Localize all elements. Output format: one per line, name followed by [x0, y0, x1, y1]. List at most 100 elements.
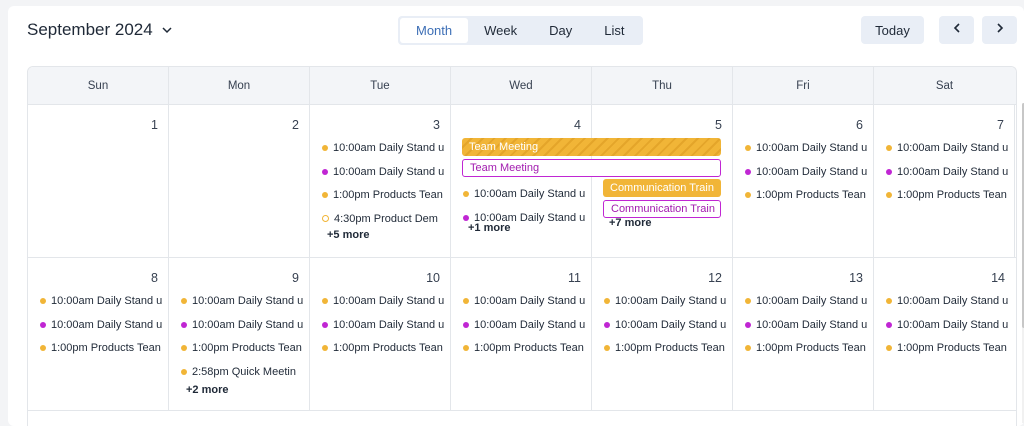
event-dot-icon	[745, 298, 751, 304]
event-item[interactable]: 10:00am Daily Stand u	[886, 163, 1014, 181]
day-number[interactable]: 7	[997, 118, 1004, 132]
event-item[interactable]: 1:00pm Products Tean	[322, 339, 450, 357]
day-number[interactable]: 6	[856, 118, 863, 132]
day-cell[interactable]: 8 10:00am Daily Stand u 10:00am Daily Stan…	[28, 258, 169, 410]
event-item[interactable]: 4:30pm Product Dem	[322, 210, 450, 228]
month-selector[interactable]: September 2024	[27, 20, 173, 40]
view-week-button[interactable]: Week	[468, 18, 533, 43]
event-item[interactable]: 10:00am Daily Stand u	[886, 292, 1015, 310]
event-item[interactable]: 10:00am Daily Stand u	[322, 139, 450, 157]
event-item[interactable]: 1:00pm Products Tean	[322, 186, 450, 204]
event-item[interactable]: 1:00pm Products Tean	[745, 186, 873, 204]
event-item[interactable]: 10:00am Daily Stand u	[886, 139, 1014, 157]
event-label: 1:00pm Products Tean	[333, 189, 443, 201]
event-item[interactable]: 10:00am Daily Stand u	[322, 316, 450, 334]
event-item[interactable]: 10:00am Daily Stand u	[463, 185, 591, 203]
event-item[interactable]: 10:00am Daily Stand u	[604, 316, 732, 334]
day-cell[interactable]: 2	[169, 105, 310, 257]
event-label: 10:00am Daily Stand u	[615, 318, 727, 331]
day-number[interactable]: 10	[426, 271, 440, 285]
calendar-header: September 2024 Month Week Day List Today	[8, 6, 1024, 56]
more-events-link[interactable]: +2 more	[186, 384, 229, 396]
event-label: 10:00am Daily Stand u	[333, 318, 445, 331]
day-number[interactable]: 1	[151, 118, 158, 132]
day-number[interactable]: 13	[849, 271, 863, 285]
month-grid: Sun Mon Tue Wed Thu Fri Sat 1 2 3 10:00am Daily S…	[27, 66, 1017, 426]
event-item[interactable]: 10:00am Daily Stand u	[745, 316, 873, 334]
week-row	[28, 411, 1016, 426]
weekday-header-sat: Sat	[935, 79, 954, 92]
event-item[interactable]: 10:00am Daily Stand u	[745, 139, 873, 157]
event-dot-icon	[604, 345, 610, 351]
event-item[interactable]: 10:00am Daily Stand u	[322, 163, 450, 181]
multi-day-event-bar[interactable]: Team Meeting	[462, 159, 721, 177]
next-month-button[interactable]	[982, 16, 1017, 44]
event-item[interactable]: 2:58pm Quick Meetin	[181, 363, 309, 381]
day-cell[interactable]: 9 10:00am Daily Stand u 10:00am Daily Stan…	[169, 258, 310, 410]
day-number[interactable]: 12	[708, 271, 722, 285]
day-number[interactable]: 11	[568, 271, 581, 285]
day-cell[interactable]: 6 10:00am Daily Stand u 10:00am Daily Stan…	[733, 105, 874, 257]
day-cell[interactable]: 1	[28, 105, 169, 257]
event-label: 10:00am Daily Stand u	[333, 165, 445, 178]
day-cell[interactable]: 13 10:00am Daily Stand u 10:00am Daily Sta…	[733, 258, 874, 410]
view-month-button[interactable]: Month	[400, 18, 469, 43]
event-label: 1:00pm Products Tean	[192, 342, 302, 354]
day-cell[interactable]: 4 10:00am Daily Stand u 10:00am Daily Stan…	[451, 105, 592, 257]
day-cell[interactable]: 10 10:00am Daily Stand u 10:00am Daily Sta…	[310, 258, 451, 410]
weekday-header-sun: Sun	[28, 67, 169, 104]
day-cell[interactable]: 3 10:00am Daily Stand u 10:00am Daily Stan…	[310, 105, 451, 257]
day-number[interactable]: 14	[991, 271, 1005, 285]
day-number[interactable]: 9	[292, 271, 299, 285]
multi-day-event-bar[interactable]: Team Meeting	[462, 138, 721, 156]
event-dot-icon	[322, 215, 329, 222]
event-label: 10:00am Daily Stand u	[192, 295, 304, 307]
day-cell[interactable]: 12 10:00am Daily Stand u 10:00am Daily Sta…	[592, 258, 733, 410]
event-item[interactable]: 10:00am Daily Stand u	[745, 292, 873, 310]
event-label: 10:00am Daily Stand u	[897, 295, 1009, 307]
multi-day-event-bar[interactable]: Communication Train	[603, 179, 721, 197]
event-item[interactable]: 10:00am Daily Stand u	[604, 292, 732, 310]
event-label: 10:00am Daily Stand u	[756, 318, 868, 331]
event-item[interactable]: 10:00am Daily Stand u	[181, 292, 309, 310]
day-cell[interactable]: 14 10:00am Daily Stand u 10:00am Daily Sta…	[874, 258, 1015, 410]
more-events-link[interactable]: +1 more	[468, 222, 511, 234]
event-item[interactable]: 10:00am Daily Stand u	[322, 292, 450, 310]
view-day-button[interactable]: Day	[533, 18, 588, 43]
event-item[interactable]: 10:00am Daily Stand u	[745, 163, 873, 181]
day-number[interactable]: 3	[433, 118, 440, 132]
day-number[interactable]: 5	[715, 118, 722, 132]
day-cell[interactable]: 11 10:00am Daily Stand u 10:00am Daily Sta…	[451, 258, 592, 410]
event-item[interactable]: 1:00pm Products Tean	[886, 339, 1015, 357]
event-item[interactable]: 10:00am Daily Stand u	[181, 316, 309, 334]
previous-month-button[interactable]	[939, 16, 974, 44]
multi-day-event-bar[interactable]: Communication Train	[603, 200, 721, 218]
event-label: 1:00pm Products Tean	[897, 189, 1007, 201]
day-number[interactable]: 2	[292, 118, 299, 132]
day-number[interactable]: 4	[574, 118, 581, 132]
event-item[interactable]: 10:00am Daily Stand u	[463, 316, 591, 334]
event-dot-icon	[604, 298, 610, 304]
event-dot-icon	[40, 345, 46, 351]
event-dot-icon	[604, 321, 610, 328]
event-item[interactable]: 1:00pm Products Tean	[886, 186, 1014, 204]
event-item[interactable]: 1:00pm Products Tean	[181, 339, 309, 357]
event-item[interactable]: 1:00pm Products Tean	[604, 339, 732, 357]
day-number[interactable]: 8	[151, 271, 158, 285]
view-list-button[interactable]: List	[588, 18, 640, 43]
event-item[interactable]: 10:00am Daily Stand u	[886, 316, 1015, 334]
more-events-link[interactable]: +5 more	[327, 229, 370, 241]
event-item[interactable]: 1:00pm Products Tean	[40, 339, 168, 357]
weekday-header-wed: Wed	[451, 67, 592, 104]
event-item[interactable]: 10:00am Daily Stand u	[40, 316, 168, 334]
day-cell[interactable]: 7 10:00am Daily Stand u 10:00am Daily Stan…	[874, 105, 1015, 257]
event-item[interactable]: 10:00am Daily Stand u	[463, 292, 591, 310]
event-item[interactable]: 1:00pm Products Tean	[463, 339, 591, 357]
today-button[interactable]: Today	[861, 16, 924, 44]
event-label: 10:00am Daily Stand u	[897, 318, 1009, 331]
event-dot-icon	[181, 368, 187, 375]
more-events-link[interactable]: +7 more	[609, 217, 652, 229]
event-item[interactable]: 1:00pm Products Tean	[745, 339, 873, 357]
weekday-header-thu: Thu	[592, 67, 733, 104]
event-item[interactable]: 10:00am Daily Stand u	[40, 292, 168, 310]
